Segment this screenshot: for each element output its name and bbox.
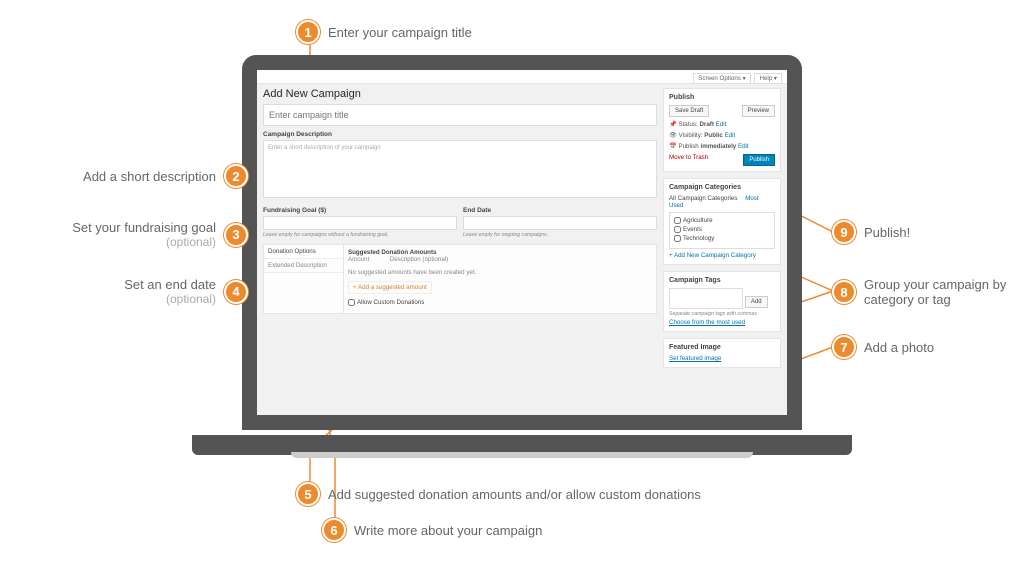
edit-visibility-link[interactable]: Edit xyxy=(725,132,736,139)
badge-8-icon: 8 xyxy=(832,280,856,304)
help-button[interactable]: Help ▾ xyxy=(754,73,782,84)
set-featured-image-link[interactable]: Set featured image xyxy=(669,355,721,362)
category-technology[interactable]: Technology xyxy=(674,235,770,242)
tags-hint: Separate campaign tags with commas xyxy=(669,311,775,317)
tab-all-categories[interactable]: All Campaign Categories xyxy=(669,195,737,202)
screen-options-button[interactable]: Screen Options ▾ xyxy=(693,73,750,84)
tags-heading: Campaign Tags xyxy=(669,277,775,284)
badge-7-icon: 7 xyxy=(832,335,856,359)
description-textarea[interactable]: Enter a short description of your campai… xyxy=(263,140,657,198)
goal-hint: Leave empty for campaigns without a fund… xyxy=(263,232,457,238)
featured-image-panel: Featured Image Set featured image xyxy=(663,338,781,368)
choose-tags-link[interactable]: Choose from the most used xyxy=(669,319,775,326)
badge-4-icon: 4 xyxy=(224,280,248,304)
add-category-link[interactable]: + Add New Campaign Category xyxy=(669,252,775,259)
edit-status-link[interactable]: Edit xyxy=(716,121,727,128)
save-draft-button[interactable]: Save Draft xyxy=(669,105,709,117)
enddate-label: End Date xyxy=(463,207,657,214)
callout-1: 1 Enter your campaign title xyxy=(296,20,472,44)
donation-heading: Suggested Donation Amounts xyxy=(348,249,652,256)
add-suggested-amount-button[interactable]: + Add a suggested amount xyxy=(348,281,432,294)
donation-empty-msg: No suggested amounts have been created y… xyxy=(348,269,652,276)
tag-input[interactable] xyxy=(669,288,743,309)
publish-panel: Publish Save Draft Preview 📌 Status: Dra… xyxy=(663,88,781,172)
laptop-base xyxy=(192,435,852,455)
callout-8: Group your campaign by category or tag 8 xyxy=(832,277,1012,307)
col-desc: Description (optional) xyxy=(390,256,448,263)
goal-input[interactable] xyxy=(263,216,457,230)
badge-3-icon: 3 xyxy=(224,223,248,247)
tab-donation-options[interactable]: Donation Options xyxy=(264,245,343,259)
move-to-trash-link[interactable]: Move to Trash xyxy=(669,154,708,161)
page-title: Add New Campaign xyxy=(263,88,657,100)
admin-topbar: Screen Options ▾ Help ▾ xyxy=(257,70,787,84)
campaign-title-input[interactable] xyxy=(263,104,657,126)
publish-heading: Publish xyxy=(669,94,775,101)
callout-9: Publish! 9 xyxy=(832,220,910,244)
tab-extended-description[interactable]: Extended Description xyxy=(264,259,343,273)
allow-custom-donations[interactable]: Allow Custom Donations xyxy=(348,299,652,306)
add-tag-button[interactable]: Add xyxy=(745,296,768,308)
admin-screen: Screen Options ▾ Help ▾ Add New Campaign… xyxy=(257,70,787,415)
enddate-hint: Leave empty for ongoing campaigns. xyxy=(463,232,657,238)
badge-5-icon: 5 xyxy=(296,482,320,506)
badge-2-icon: 2 xyxy=(224,164,248,188)
tags-panel: Campaign Tags Add Separate campaign tags… xyxy=(663,271,781,332)
badge-1-icon: 1 xyxy=(296,20,320,44)
categories-heading: Campaign Categories xyxy=(669,184,775,191)
goal-label: Fundraising Goal ($) xyxy=(263,207,457,214)
preview-button[interactable]: Preview xyxy=(742,105,775,117)
callout-2: Add a short description 2 xyxy=(20,164,248,188)
callout-3: Set your fundraising goal(optional) 3 xyxy=(20,220,248,249)
category-agriculture[interactable]: Agriculture xyxy=(674,217,770,224)
badge-9-icon: 9 xyxy=(832,220,856,244)
featured-heading: Featured Image xyxy=(669,344,775,351)
description-label: Campaign Description xyxy=(263,131,657,138)
enddate-input[interactable] xyxy=(463,216,657,230)
edit-schedule-link[interactable]: Edit xyxy=(738,143,749,150)
laptop-mockup: Screen Options ▾ Help ▾ Add New Campaign… xyxy=(242,55,812,455)
col-amount: Amount xyxy=(348,256,388,263)
callout-5: 5 Add suggested donation amounts and/or … xyxy=(296,482,701,506)
categories-panel: Campaign Categories All Campaign Categor… xyxy=(663,178,781,265)
callout-7: Add a photo 7 xyxy=(832,335,934,359)
callout-6: 6 Write more about your campaign xyxy=(322,518,542,542)
badge-6-icon: 6 xyxy=(322,518,346,542)
category-events[interactable]: Events xyxy=(674,226,770,233)
publish-button[interactable]: Publish xyxy=(743,154,775,166)
settings-tabs: Donation Options Extended Description Su… xyxy=(263,244,657,314)
callout-4: Set an end date(optional) 4 xyxy=(20,277,248,306)
